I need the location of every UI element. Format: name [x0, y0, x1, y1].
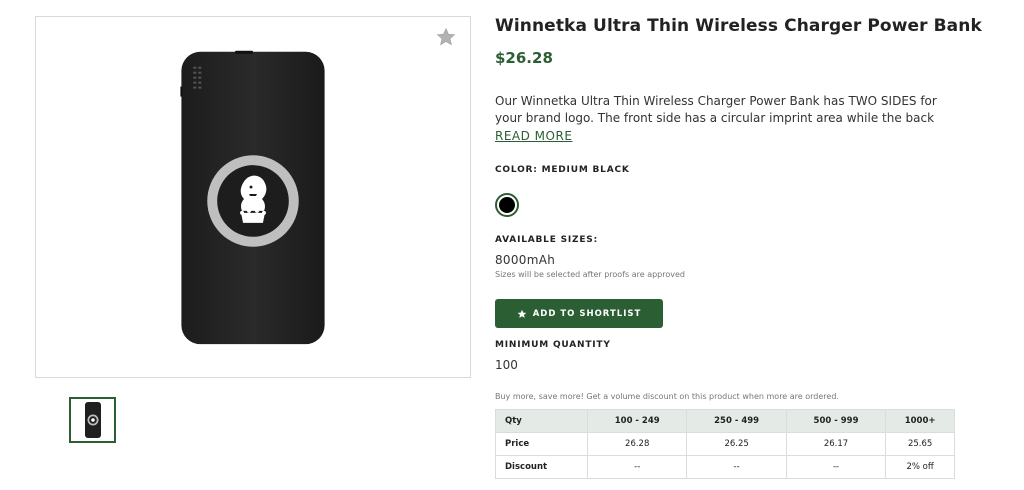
table-cell: 2% off: [885, 455, 955, 479]
thumbnail-photo: [85, 402, 101, 438]
table-row-price: Price 26.28 26.25 26.17 25.65: [495, 432, 955, 456]
table-header-cell: 250 - 499: [686, 409, 787, 433]
available-sizes-label: AVAILABLE SIZES:: [495, 235, 598, 245]
volume-discount-note: Buy more, save more! Get a volume discou…: [495, 392, 839, 401]
table-cell: Price: [495, 432, 588, 456]
volume-pricing-table: Qty 100 - 249 250 - 499 500 - 999 1000+ …: [495, 409, 955, 479]
table-header-cell: Qty: [495, 409, 588, 433]
size-value: 8000mAh: [495, 253, 556, 267]
product-photo: [180, 50, 325, 345]
product-price: $26.28: [495, 49, 553, 67]
table-cell: 26.25: [686, 432, 787, 456]
minimum-quantity-label: MINIMUM QUANTITY: [495, 340, 611, 350]
table-cell: 26.17: [785, 432, 887, 456]
add-to-shortlist-button[interactable]: ADD TO SHORTLIST: [495, 299, 663, 328]
table-cell: Discount: [495, 455, 588, 479]
star-icon[interactable]: [436, 27, 456, 47]
product-description: Our Winnetka Ultra Thin Wireless Charger…: [495, 94, 937, 125]
add-to-shortlist-label: ADD TO SHORTLIST: [532, 308, 642, 319]
size-note: Sizes will be selected after proofs are …: [495, 270, 685, 279]
product-title: Winnetka Ultra Thin Wireless Charger Pow…: [495, 16, 982, 36]
table-cell: 26.28: [586, 432, 688, 456]
table-header-cell: 500 - 999: [785, 409, 887, 433]
product-thumbnail[interactable]: [69, 397, 116, 443]
star-icon: [517, 309, 527, 318]
color-label: COLOR: MEDIUM BLACK: [495, 165, 630, 175]
minimum-quantity-value: 100: [495, 358, 518, 372]
swatch-fill: [499, 197, 515, 213]
read-more-link[interactable]: READ MORE: [495, 129, 572, 143]
color-swatch-medium-black[interactable]: [495, 193, 519, 217]
table-header-row: Qty 100 - 249 250 - 499 500 - 999 1000+: [495, 409, 955, 433]
table-header-cell: 100 - 249: [586, 409, 688, 433]
table-header-cell: 1000+: [885, 409, 955, 433]
table-cell: --: [686, 455, 787, 479]
table-row-discount: Discount -- -- -- 2% off: [495, 455, 955, 479]
table-cell: 25.65: [885, 432, 955, 456]
product-image-panel: [35, 16, 471, 378]
table-cell: --: [785, 455, 887, 479]
table-cell: --: [586, 455, 688, 479]
